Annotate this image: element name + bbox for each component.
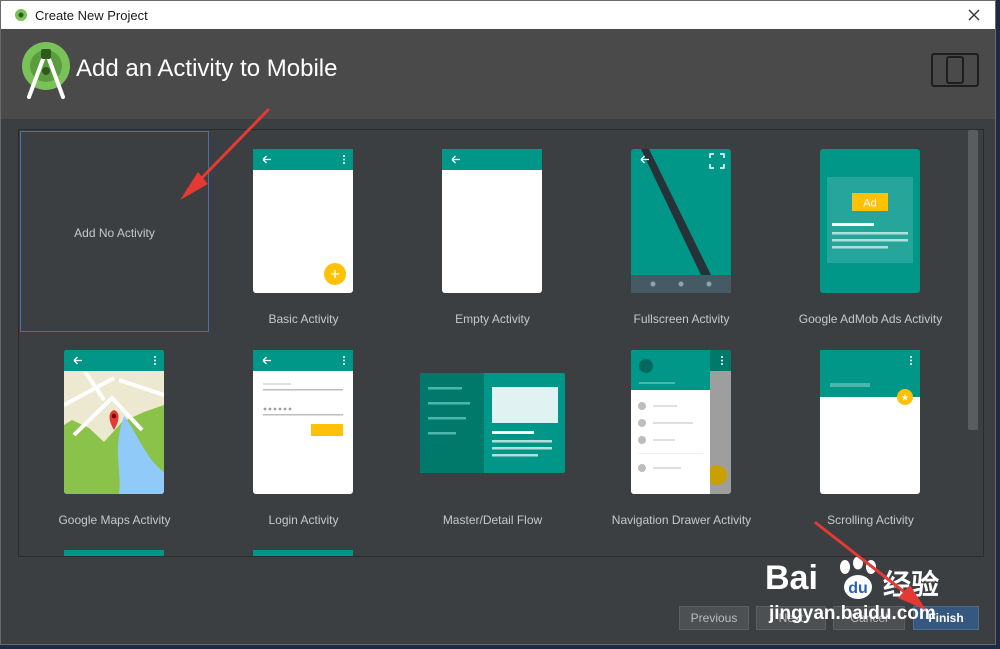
activity-gallery: Add No Activity Basic Activity Empty Act… bbox=[18, 129, 984, 557]
gallery-scrollbar[interactable] bbox=[968, 130, 978, 430]
login-activity-thumbnail bbox=[253, 350, 353, 494]
basic-activity-thumbnail bbox=[253, 149, 353, 293]
master-detail-thumbnail bbox=[420, 373, 565, 473]
navigation-drawer-thumbnail bbox=[631, 350, 731, 494]
tile-label: Add No Activity bbox=[74, 226, 155, 240]
next-button[interactable]: Next bbox=[756, 606, 826, 630]
ad-badge-text: Ad bbox=[863, 198, 876, 210]
phone-tablet-icon bbox=[931, 53, 979, 87]
title-bar: Create New Project bbox=[1, 1, 995, 29]
tile-google-maps-activity[interactable]: Google Maps Activity bbox=[20, 332, 209, 533]
tile-label: Scrolling Activity bbox=[827, 513, 914, 527]
create-project-dialog: Create New Project Add an Activity to Mo… bbox=[0, 0, 996, 645]
page-title: Add an Activity to Mobile bbox=[76, 55, 338, 82]
tile-scrolling-activity[interactable]: ★ Scrolling Activity bbox=[776, 332, 965, 533]
window-title: Create New Project bbox=[35, 7, 148, 23]
finish-button[interactable]: Finish bbox=[913, 606, 979, 630]
tile-fullscreen-activity[interactable]: Fullscreen Activity bbox=[587, 131, 776, 332]
close-icon bbox=[968, 9, 980, 21]
tile-basic-activity[interactable]: Basic Activity bbox=[209, 131, 398, 332]
close-window-button[interactable] bbox=[963, 4, 985, 26]
tile-partial-next-row[interactable] bbox=[253, 550, 353, 556]
tile-add-no-activity[interactable]: Add No Activity bbox=[20, 131, 209, 332]
tile-label: Empty Activity bbox=[455, 312, 530, 326]
tile-google-admob-ads-activity[interactable]: Ad Google AdMob Ads Activity bbox=[776, 131, 965, 332]
tile-label: Google Maps Activity bbox=[58, 513, 171, 527]
wizard-header: Add an Activity to Mobile bbox=[1, 29, 995, 119]
fullscreen-activity-thumbnail bbox=[631, 149, 731, 293]
scrolling-activity-thumbnail: ★ bbox=[820, 350, 920, 494]
empty-activity-thumbnail bbox=[442, 149, 542, 293]
admob-activity-thumbnail: Ad bbox=[820, 149, 920, 293]
tile-label: Login Activity bbox=[268, 513, 339, 527]
tile-label: Fullscreen Activity bbox=[633, 312, 730, 326]
tile-login-activity[interactable]: Login Activity bbox=[209, 332, 398, 533]
android-studio-app-icon bbox=[15, 9, 27, 21]
tile-label: Google AdMob Ads Activity bbox=[798, 312, 943, 326]
maps-activity-thumbnail bbox=[64, 350, 164, 494]
tile-empty-activity[interactable]: Empty Activity bbox=[398, 131, 587, 332]
tile-navigation-drawer-activity[interactable]: Navigation Drawer Activity bbox=[587, 332, 776, 533]
tile-master-detail-flow[interactable]: Master/Detail Flow bbox=[398, 332, 587, 533]
previous-button[interactable]: Previous bbox=[679, 606, 749, 630]
android-studio-logo-icon bbox=[22, 42, 70, 99]
tile-partial-next-row[interactable] bbox=[64, 550, 164, 556]
tile-label: Navigation Drawer Activity bbox=[611, 513, 752, 527]
cancel-button[interactable]: Cancel bbox=[833, 606, 905, 630]
tile-label: Basic Activity bbox=[268, 312, 339, 326]
tile-label: Master/Detail Flow bbox=[442, 513, 543, 527]
svg-text:★: ★ bbox=[901, 394, 909, 404]
